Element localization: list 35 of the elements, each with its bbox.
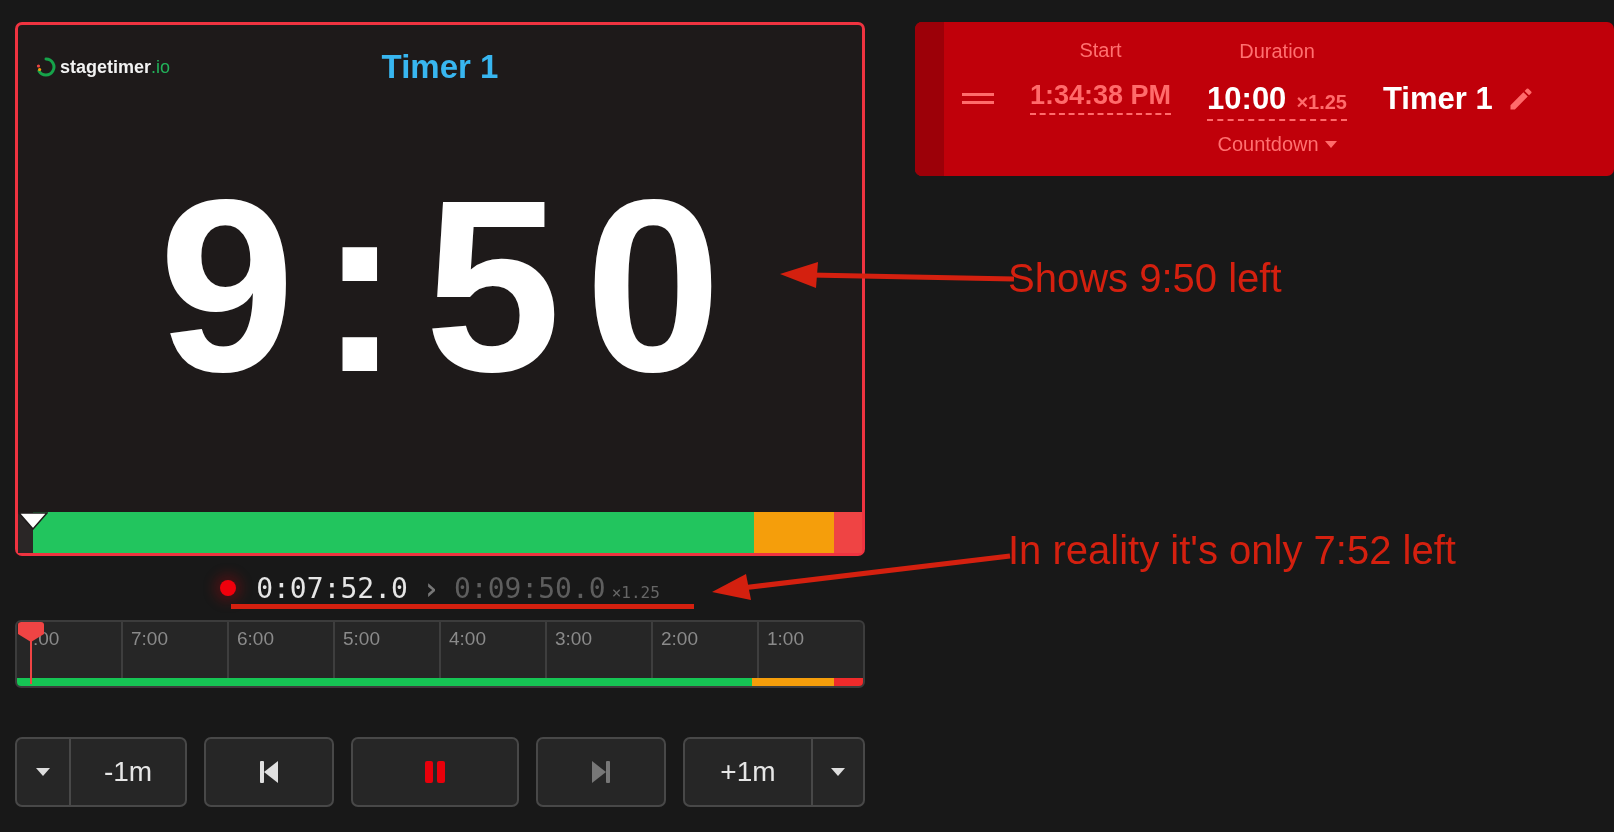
skip-back-icon [258, 761, 279, 783]
tick-label: 4:00 [449, 628, 486, 649]
actual-timecode: 0:07:52.0 [256, 571, 408, 605]
chevron-icon: › [421, 570, 440, 606]
annotation-text: Shows 9:50 left [1008, 256, 1282, 301]
tick-label: 1:00 [767, 628, 804, 649]
annotation-text: In reality it's only 7:52 left [1008, 528, 1456, 573]
tick-label: 3:00 [555, 628, 592, 649]
dropdown-button[interactable] [811, 737, 865, 807]
add-minute-button[interactable]: +1m [683, 737, 811, 807]
tick-label: 5:00 [343, 628, 380, 649]
countdown-display: 9:50 [158, 164, 746, 409]
previous-button[interactable] [204, 737, 334, 807]
tick-label: 7:00 [131, 628, 168, 649]
timer-name: Timer 1 [1383, 81, 1493, 117]
caret-icon [36, 768, 50, 776]
tick-label: 2:00 [661, 628, 698, 649]
logo-text: stagetimer.io [60, 56, 171, 78]
caret-icon [1324, 141, 1337, 148]
speed-factor: ×1.25 [611, 582, 660, 602]
tick-label: 6:00 [237, 628, 274, 649]
pause-button[interactable] [350, 737, 520, 807]
displayed-timecode: 0:09:50.0 [453, 571, 606, 605]
duration-label: Duration [1239, 39, 1315, 63]
subtract-minute-button[interactable]: -1m [71, 737, 187, 807]
duration-value[interactable]: 10:00 [1207, 80, 1287, 117]
pause-icon [424, 761, 446, 783]
speed-factor: ×1.25 [1296, 90, 1347, 114]
timer-title: Timer 1 [380, 48, 500, 86]
caret-icon [831, 768, 845, 776]
skip-forward-icon [591, 761, 612, 783]
start-label: Start [1079, 39, 1122, 62]
drag-handle-icon[interactable] [962, 93, 994, 105]
logo-icon [36, 57, 56, 77]
dropdown-button[interactable] [15, 737, 71, 807]
